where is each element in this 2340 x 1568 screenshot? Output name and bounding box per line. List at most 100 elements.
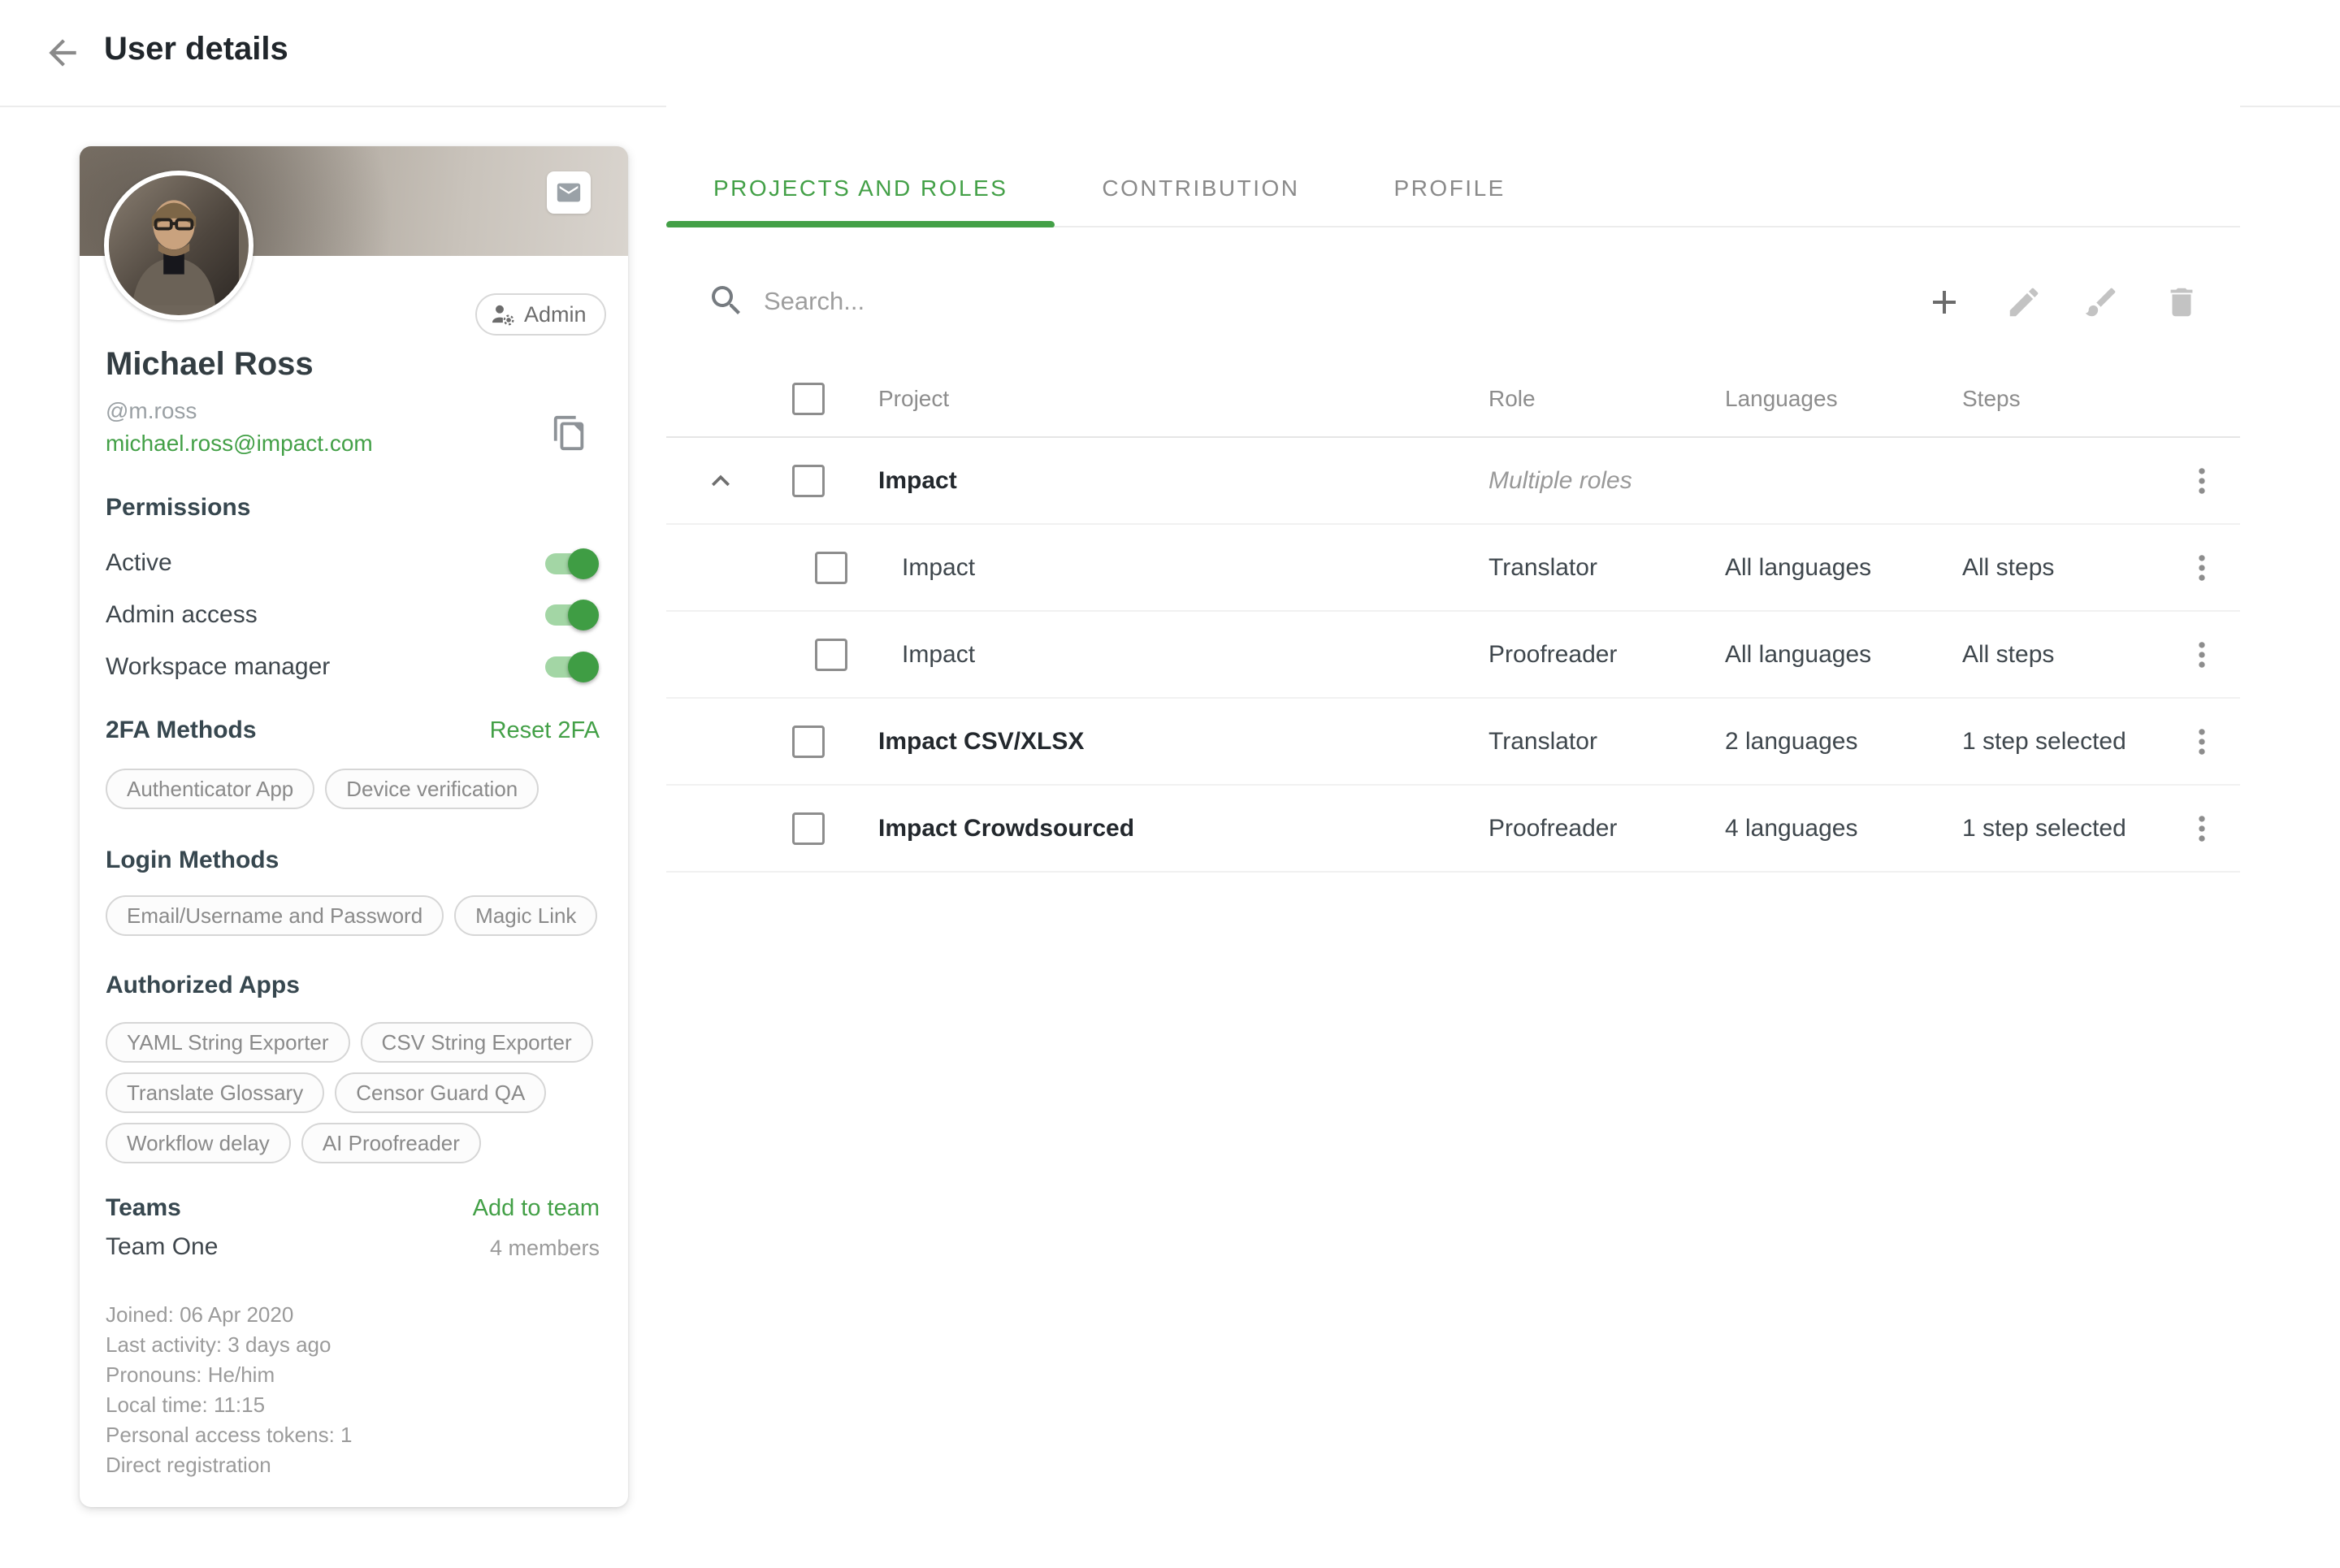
- login-method-chip: Email/Username and Password: [106, 895, 444, 936]
- authorized-app-chip: Workflow delay: [106, 1123, 291, 1163]
- reset-2fa-link[interactable]: Reset 2FA: [490, 717, 600, 744]
- table-row-impact-crowdsourced[interactable]: Impact Crowdsourced Proofreader 4 langua…: [666, 786, 2240, 873]
- user-username: @m.ross: [106, 398, 197, 424]
- permission-label-admin-access: Admin access: [106, 601, 258, 629]
- user-email-link[interactable]: michael.ross@impact.com: [106, 431, 373, 457]
- back-arrow-icon[interactable]: [42, 32, 83, 73]
- toggle-admin-access[interactable]: [545, 604, 597, 626]
- delete-button[interactable]: [2159, 279, 2204, 325]
- toggle-workspace-manager[interactable]: [545, 656, 597, 678]
- table-header-row: Project Role Languages Steps: [666, 361, 2240, 438]
- user-full-name: Michael Ross: [106, 346, 314, 383]
- row-menu-button[interactable]: [2184, 786, 2220, 871]
- row-menu-button[interactable]: [2184, 438, 2220, 523]
- kebab-icon: [2184, 724, 2220, 760]
- plus-icon: [1925, 283, 1964, 322]
- row-checkbox[interactable]: [792, 812, 825, 845]
- app-bar: User details: [0, 0, 2340, 107]
- column-header-languages: Languages: [1725, 361, 1838, 436]
- twofa-chip: Device verification: [325, 769, 539, 809]
- send-email-button[interactable]: [547, 171, 591, 214]
- user-meta-block: Joined: 06 Apr 2020 Last activity: 3 day…: [106, 1300, 353, 1480]
- meta-last-activity: Last activity: 3 days ago: [106, 1330, 353, 1360]
- languages-value: All languages: [1725, 612, 1871, 697]
- toggle-knob: [568, 652, 599, 682]
- meta-pronouns: Pronouns: He/him: [106, 1360, 353, 1390]
- authorized-app-chip: AI Proofreader: [301, 1123, 481, 1163]
- authorized-app-chips: YAML String Exporter CSV String Exporter…: [106, 1022, 602, 1163]
- twofa-chip: Authenticator App: [106, 769, 314, 809]
- authorized-app-chip: Censor Guard QA: [335, 1072, 546, 1113]
- meta-local-time: Local time: 11:15: [106, 1390, 353, 1420]
- add-to-team-link[interactable]: Add to team: [473, 1195, 600, 1222]
- role-value: Translator: [1488, 525, 1597, 610]
- tabs-bar: PROJECTS AND ROLES CONTRIBUTION PROFILE: [666, 150, 2240, 227]
- profile-card: Admin Michael Ross @m.ross michael.ross@…: [80, 146, 628, 1507]
- project-name: Impact: [878, 438, 957, 523]
- meta-joined: Joined: 06 Apr 2020: [106, 1300, 353, 1330]
- login-method-chip: Magic Link: [454, 895, 597, 936]
- column-header-steps: Steps: [1962, 361, 2021, 436]
- steps-value: All steps: [1962, 525, 2054, 610]
- row-menu-button[interactable]: [2184, 699, 2220, 784]
- kebab-icon: [2184, 637, 2220, 673]
- column-header-role: Role: [1488, 361, 1536, 436]
- project-name: Impact: [902, 525, 975, 610]
- row-checkbox[interactable]: [815, 552, 847, 584]
- table-row-group-impact[interactable]: Impact Multiple roles: [666, 438, 2240, 525]
- page-title: User details: [104, 31, 288, 67]
- admin-badge-label: Admin: [524, 302, 587, 327]
- twofa-chips: Authenticator App Device verification: [106, 769, 602, 809]
- collapse-chevron-icon[interactable]: [703, 438, 752, 523]
- project-name: Impact: [902, 612, 975, 697]
- permissions-heading: Permissions: [106, 494, 250, 522]
- projects-roles-table: Project Role Languages Steps Impact Mult…: [666, 361, 2240, 873]
- meta-access-tokens: Personal access tokens: 1: [106, 1420, 353, 1450]
- steps-value: All steps: [1962, 612, 2054, 697]
- row-checkbox[interactable]: [815, 639, 847, 671]
- languages-value: 2 languages: [1725, 699, 1857, 784]
- twofa-heading: 2FA Methods: [106, 717, 257, 744]
- pencil-icon: [2005, 284, 2043, 321]
- edit-button[interactable]: [2001, 279, 2047, 325]
- main-panel: PROJECTS AND ROLES CONTRIBUTION PROFILE: [666, 106, 2240, 1560]
- project-name: Impact CSV/XLSX: [878, 699, 1084, 784]
- kebab-icon: [2184, 811, 2220, 847]
- table-row-impact-proofreader[interactable]: Impact Proofreader All languages All ste…: [666, 612, 2240, 699]
- search-toolbar: [666, 226, 2240, 361]
- table-row-impact-translator[interactable]: Impact Translator All languages All step…: [666, 525, 2240, 612]
- envelope-icon: [555, 179, 583, 206]
- toggle-knob: [568, 548, 599, 579]
- permission-label-workspace-manager: Workspace manager: [106, 653, 330, 681]
- team-name: Team One: [106, 1233, 218, 1261]
- steps-value: 1 step selected: [1962, 786, 2126, 871]
- admin-role-badge: Admin: [475, 293, 606, 336]
- copy-icon[interactable]: [551, 414, 588, 452]
- login-method-chips: Email/Username and Password Magic Link: [106, 895, 602, 936]
- kebab-icon: [2184, 550, 2220, 586]
- add-button[interactable]: [1922, 279, 1967, 325]
- column-header-project: Project: [878, 361, 949, 436]
- row-menu-button[interactable]: [2184, 612, 2220, 697]
- search-input[interactable]: [762, 275, 1497, 328]
- clear-roles-button[interactable]: [2078, 279, 2124, 325]
- steps-value: 1 step selected: [1962, 699, 2126, 784]
- tab-contribution[interactable]: CONTRIBUTION: [1055, 150, 1346, 226]
- row-checkbox[interactable]: [792, 465, 825, 497]
- authorized-app-chip: YAML String Exporter: [106, 1022, 350, 1063]
- row-checkbox[interactable]: [792, 726, 825, 758]
- select-all-checkbox[interactable]: [792, 383, 825, 415]
- search-icon: [707, 281, 746, 320]
- role-value: Proofreader: [1488, 612, 1617, 697]
- toggle-active[interactable]: [545, 553, 597, 574]
- role-value: Multiple roles: [1488, 438, 1632, 523]
- kebab-icon: [2184, 463, 2220, 499]
- team-members-count: 4 members: [490, 1236, 600, 1261]
- row-menu-button[interactable]: [2184, 525, 2220, 610]
- avatar: [104, 171, 254, 320]
- table-row-impact-csv-xlsx[interactable]: Impact CSV/XLSX Translator 2 languages 1…: [666, 699, 2240, 786]
- authorized-app-chip: Translate Glossary: [106, 1072, 324, 1113]
- role-value: Proofreader: [1488, 786, 1617, 871]
- tab-projects-and-roles[interactable]: PROJECTS AND ROLES: [666, 150, 1055, 226]
- tab-profile[interactable]: PROFILE: [1347, 150, 1553, 226]
